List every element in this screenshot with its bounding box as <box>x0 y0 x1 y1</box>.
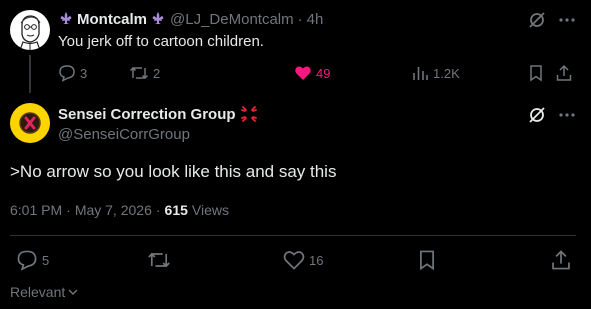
bookmark-icon <box>530 65 542 82</box>
more-icon[interactable] <box>557 10 577 30</box>
repost-icon <box>148 252 170 268</box>
repost-icon <box>129 66 149 80</box>
reply-icon <box>17 250 37 271</box>
heart-icon <box>295 66 311 80</box>
grok-icon[interactable] <box>527 10 547 30</box>
tweet-like-button[interactable]: 16 <box>283 249 323 271</box>
tweet-bookmark-button[interactable] <box>416 249 438 271</box>
avatar-logo <box>19 112 41 134</box>
reply-text: You jerk off to cartoon children. <box>58 33 264 50</box>
heart-icon <box>283 251 305 270</box>
tweet-meta: 6:01 PM · May 7, 2026 · 615 Views <box>10 202 229 218</box>
sort-label: Relevant <box>10 284 66 300</box>
bookmark-icon <box>420 250 434 271</box>
tweet-action-bar: 5 16 <box>10 249 580 271</box>
reply-like-button[interactable]: 49 <box>294 64 330 82</box>
reply-views-button[interactable]: 1.2K <box>411 64 460 82</box>
tweet-header: Sensei Correction Group <box>58 105 258 123</box>
reply-share-button[interactable] <box>555 64 573 82</box>
tweet-reply-button[interactable]: 5 <box>16 249 49 271</box>
grok-icon[interactable] <box>527 105 547 125</box>
reply-header: Montcalm @LJ_DeMontcalm · 4h <box>58 10 323 28</box>
tweet-meta-separator: · <box>66 202 71 218</box>
thread-line <box>29 55 31 93</box>
reply-repost-count: 2 <box>153 65 161 81</box>
reply-bookmark-button[interactable] <box>527 64 545 82</box>
tweet-avatar[interactable] <box>10 103 50 143</box>
reply-time[interactable]: 4h <box>307 11 324 28</box>
tweet-date[interactable]: May 7, 2026 <box>75 202 152 218</box>
more-icon[interactable] <box>557 105 577 125</box>
reply-views-count: 1.2K <box>433 65 460 81</box>
sort-replies-dropdown[interactable]: Relevant <box>10 284 79 300</box>
share-icon <box>556 64 572 81</box>
reply-avatar[interactable] <box>10 10 50 50</box>
tweet-time[interactable]: 6:01 PM <box>10 202 62 218</box>
tweet-reply-count: 5 <box>42 252 50 268</box>
reply-display-name[interactable]: Montcalm <box>77 11 147 28</box>
fleur-de-lis-icon <box>152 12 164 24</box>
reply-like-count: 49 <box>316 65 331 81</box>
tweet-share-button[interactable] <box>550 249 572 271</box>
tweet-display-name[interactable]: Sensei Correction Group <box>58 106 236 123</box>
reply-separator: · <box>297 10 303 28</box>
tweet-meta-separator: · <box>155 202 161 218</box>
tweet-handle[interactable]: @SenseiCorrGroup <box>58 126 190 143</box>
tweet-like-count: 16 <box>309 252 324 268</box>
anger-icon <box>240 106 257 122</box>
views-icon <box>413 67 428 80</box>
reply-reply-button[interactable]: 3 <box>58 64 87 82</box>
tweet-views-count: 615 <box>164 202 188 218</box>
fleur-de-lis-icon <box>60 12 72 24</box>
chevron-down-icon <box>68 289 78 295</box>
avatar-sketch <box>19 15 41 50</box>
reply-repost-button[interactable]: 2 <box>129 64 160 82</box>
share-icon <box>552 250 570 270</box>
tweet-views-label: Views <box>191 202 229 218</box>
tweet-text: >No arrow so you look like this and say … <box>10 162 337 181</box>
reply-reply-count: 3 <box>80 65 88 81</box>
tweet-repost-button[interactable] <box>147 249 171 271</box>
reply-icon <box>59 65 75 82</box>
reply-handle[interactable]: @LJ_DeMontcalm <box>170 11 294 28</box>
divider <box>10 235 576 236</box>
reply-action-bar: 3 2 49 1.2K <box>58 64 578 82</box>
